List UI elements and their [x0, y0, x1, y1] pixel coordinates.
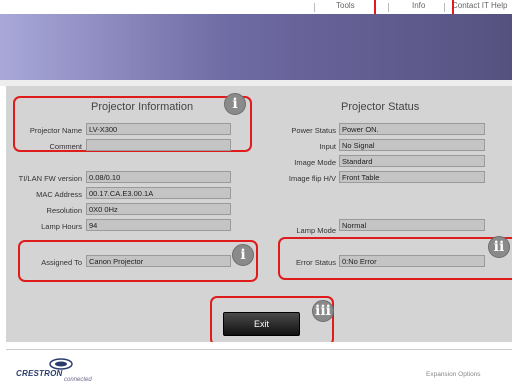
- crestron-logo-subtext: connected: [64, 377, 92, 383]
- nav-tools-link[interactable]: Tools: [336, 1, 355, 10]
- nav-contact-link[interactable]: Contact IT Help: [452, 1, 507, 10]
- assigned-to-field: Canon Projector: [86, 255, 231, 267]
- assigned-to-label: Assigned To: [41, 258, 82, 267]
- projector-status-title: Projector Status: [341, 101, 420, 113]
- comment-field: [86, 139, 231, 151]
- lamp-hours-label: Lamp Hours: [41, 222, 82, 231]
- input-label: Input: [319, 142, 336, 151]
- assigned-i-badge: i: [232, 244, 254, 266]
- projector-name-label: Projector Name: [29, 126, 82, 135]
- resolution-label: Resolution: [46, 206, 82, 215]
- error-status-label: Error Status: [295, 258, 336, 267]
- input-field: No Signal: [339, 139, 485, 151]
- comment-label: Comment: [49, 142, 82, 151]
- power-status-field: Power ON.: [339, 123, 485, 135]
- expansion-options-link[interactable]: Expansion Options: [426, 371, 481, 378]
- info-i-badge: i: [224, 93, 246, 115]
- image-mode-label: Image Mode: [294, 158, 336, 167]
- image-mode-field: Standard: [339, 155, 485, 167]
- image-flip-field: Front Table: [339, 171, 485, 183]
- lamp-mode-field: Normal: [339, 219, 485, 231]
- status-ii-badge: ii: [488, 236, 510, 258]
- fw-version-label: TI/LAN FW version: [18, 174, 82, 183]
- mac-address-label: MAC Address: [36, 190, 82, 199]
- fw-version-field: 0.08/0.10: [86, 171, 231, 183]
- image-flip-label: Image flip H/V: [288, 174, 336, 183]
- projector-name-field: LV-X300: [86, 123, 231, 135]
- resolution-field: 0X0 0Hz: [86, 203, 231, 215]
- exit-iii-badge: iii: [312, 300, 334, 322]
- mac-address-field: 00.17.CA.E3.00.1A: [86, 187, 231, 199]
- power-status-label: Power Status: [291, 126, 336, 135]
- exit-button[interactable]: Exit: [223, 312, 300, 336]
- footer-divider: [6, 349, 512, 350]
- lamp-hours-field: 94: [86, 219, 231, 231]
- header-banner: [0, 14, 512, 80]
- lamp-mode-label: Lamp Mode: [296, 226, 336, 235]
- error-status-field: 0:No Error: [339, 255, 485, 267]
- nav-separator: [314, 3, 315, 12]
- projector-info-title: Projector Information: [91, 101, 194, 113]
- crestron-logo-text: CRESTRON: [16, 369, 63, 378]
